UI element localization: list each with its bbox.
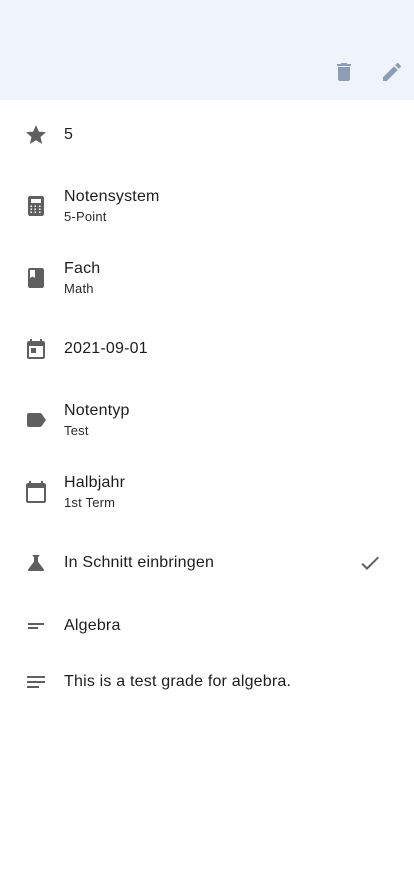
grade-value: 5 — [64, 126, 74, 143]
calculator-icon — [24, 194, 48, 218]
term-row: Halbjahr 1st Term — [0, 456, 414, 528]
grading-system-value: 5-Point — [64, 209, 107, 224]
grade-row: 5 — [0, 100, 414, 170]
flask-icon — [24, 551, 48, 575]
subject-value: Math — [64, 281, 94, 296]
label-icon — [24, 408, 48, 432]
delete-icon — [337, 63, 351, 81]
app-bar — [0, 0, 414, 100]
notes-icon — [24, 670, 48, 694]
grade-type-text: Notentyp Test — [64, 400, 354, 440]
include-in-average-text: In Schnitt einbringen — [64, 552, 354, 574]
delete-button[interactable] — [332, 60, 356, 84]
term-label: Halbjahr — [64, 474, 126, 491]
term-value: 1st Term — [64, 495, 116, 510]
topic-row: Algebra — [0, 598, 414, 654]
topic-text: Algebra — [64, 615, 354, 637]
subject-row: Fach Math — [0, 242, 414, 314]
star-icon — [24, 123, 48, 147]
subject-label: Fach — [64, 260, 101, 277]
description-row: This is a test grade for algebra. — [0, 654, 414, 710]
date-text: 2021-09-01 — [64, 338, 354, 360]
grading-system-label: Notensystem — [64, 188, 160, 205]
edit-icon — [383, 62, 402, 81]
edit-button[interactable] — [380, 60, 404, 84]
grade-type-row: Notentyp Test — [0, 384, 414, 456]
calendar-today-icon — [24, 337, 48, 361]
term-text: Halbjahr 1st Term — [64, 472, 354, 512]
description-value: This is a test grade for algebra. — [64, 673, 292, 690]
date-row: 2021-09-01 — [0, 314, 414, 384]
short-text-icon — [24, 614, 48, 638]
book-icon — [24, 266, 48, 290]
app-bar-actions — [308, 60, 404, 84]
grade-type-label: Notentyp — [64, 402, 130, 419]
grade-text: 5 — [64, 124, 354, 146]
grading-system-text: Notensystem 5-Point — [64, 186, 354, 226]
grade-type-value: Test — [64, 423, 89, 438]
calendar-icon — [24, 480, 48, 504]
include-in-average-row[interactable]: In Schnitt einbringen — [0, 528, 414, 598]
grade-detail-list: 5 Notensystem 5-Point Fach Math 2021-09-… — [0, 100, 414, 710]
include-in-average-label: In Schnitt einbringen — [64, 554, 215, 571]
check-icon — [358, 551, 382, 575]
grading-system-row: Notensystem 5-Point — [0, 170, 414, 242]
topic-value: Algebra — [64, 617, 121, 634]
description-text: This is a test grade for algebra. — [64, 671, 354, 693]
date-value: 2021-09-01 — [64, 340, 148, 357]
subject-text: Fach Math — [64, 258, 354, 298]
